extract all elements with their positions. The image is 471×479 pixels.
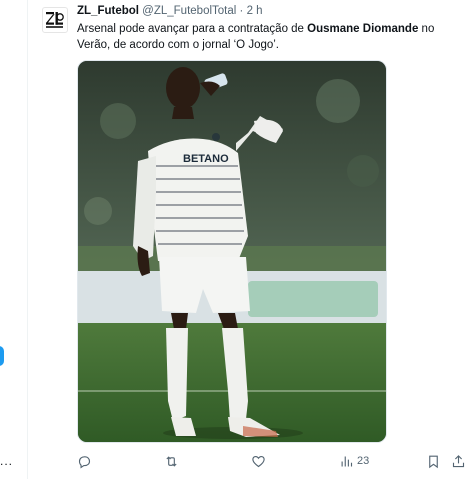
football-player-drinking-photo: BETANO <box>78 61 386 442</box>
avatar[interactable] <box>42 7 68 33</box>
tweet-actions-bar: 23 <box>77 452 465 470</box>
sidebar-blue-indicator[interactable] <box>0 346 4 366</box>
views-button[interactable]: 23 <box>339 452 369 470</box>
user-handle[interactable]: @ZL_FutebolTotal <box>142 5 236 17</box>
sidebar-more-dots[interactable]: ... <box>0 454 13 468</box>
views-icon <box>341 456 353 466</box>
like-icon <box>252 455 265 467</box>
tweet-timestamp[interactable]: 2 h <box>247 5 263 17</box>
shirt-sponsor-label: BETANO <box>183 153 229 165</box>
like-button[interactable] <box>251 452 266 470</box>
tweet-text-part1: Arsenal pode avançar para a contratação … <box>77 23 308 35</box>
retweet-icon <box>166 455 177 467</box>
tweet-header: ZL_Futebol @ZL_FutebolTotal · 2 h <box>77 5 263 17</box>
tweet-image[interactable]: BETANO <box>77 60 387 443</box>
header-separator: · <box>239 5 244 17</box>
reply-button[interactable] <box>77 452 92 470</box>
bookmark-button[interactable] <box>426 452 441 470</box>
tweet-text-bold-name[interactable]: Ousmane Diomande <box>307 23 418 35</box>
share-icon <box>452 454 465 467</box>
zl-logo-icon <box>46 12 64 28</box>
bookmark-icon <box>429 455 438 468</box>
timeline-left-border <box>27 0 28 479</box>
tweet-text: Arsenal pode avançar para a contratação … <box>77 21 457 53</box>
share-button[interactable] <box>451 452 466 470</box>
display-name[interactable]: ZL_Futebol <box>77 5 139 17</box>
reply-icon <box>78 455 91 468</box>
retweet-button[interactable] <box>164 452 179 470</box>
views-count: 23 <box>357 455 370 467</box>
